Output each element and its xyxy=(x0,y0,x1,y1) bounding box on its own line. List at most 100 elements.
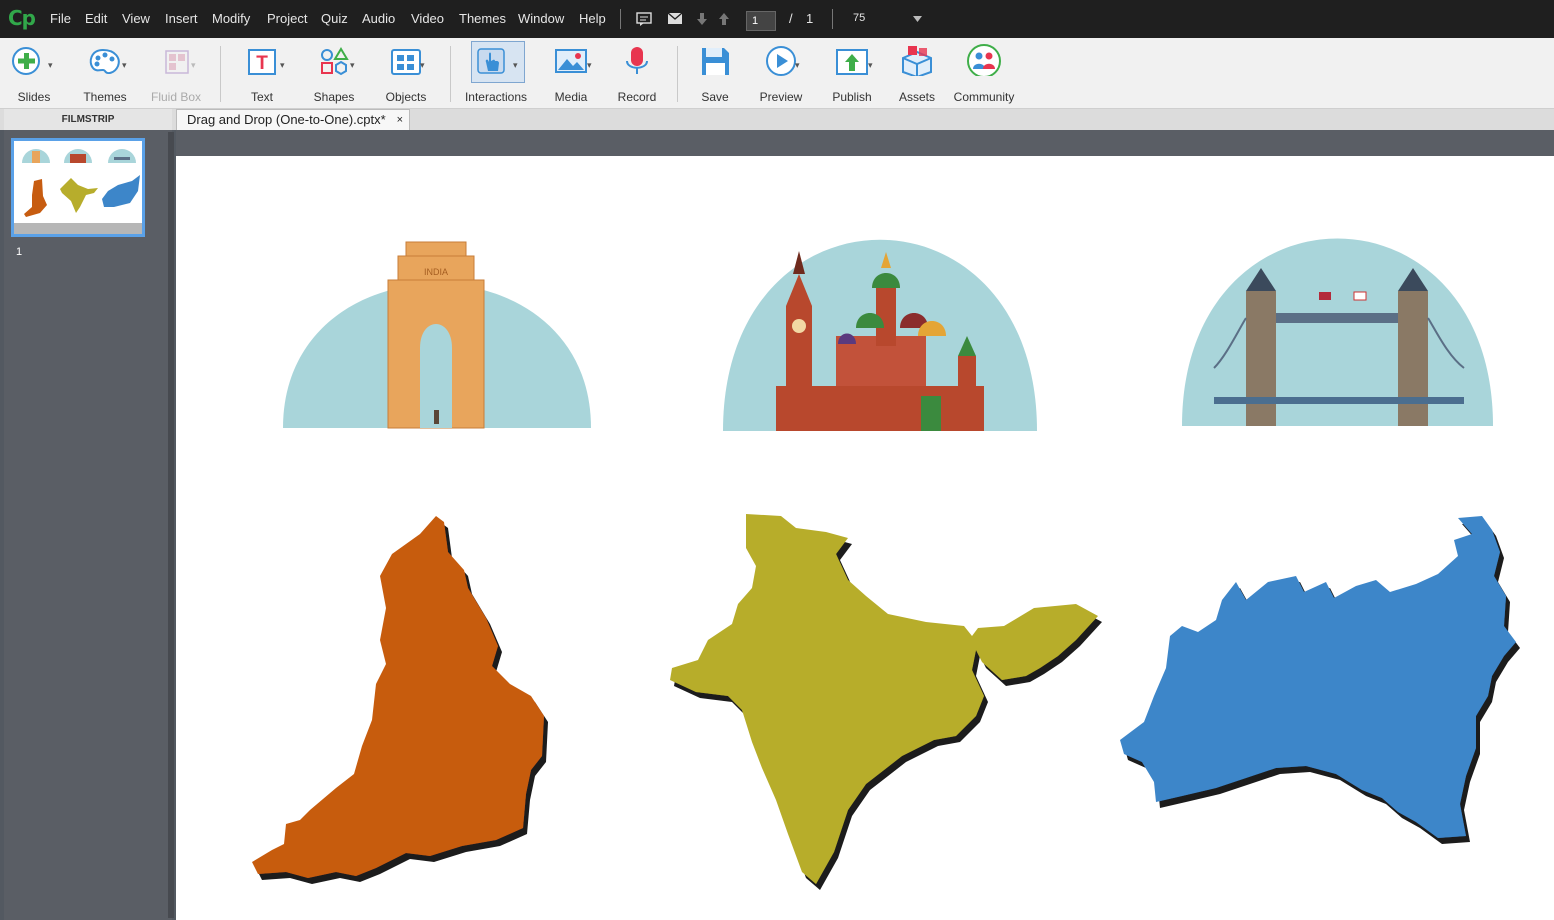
svg-text:INDIA: INDIA xyxy=(424,267,448,277)
slide-thumbnail-preview xyxy=(22,149,140,217)
slides-label: Slides xyxy=(17,90,51,104)
text-label: Text xyxy=(250,90,273,104)
menu-separator xyxy=(832,9,833,29)
community-label: Community xyxy=(953,90,1015,104)
media-label: Media xyxy=(554,90,588,104)
thumbnail-footer xyxy=(14,223,142,234)
save-button[interactable]: Save xyxy=(690,42,740,104)
slide-count-separator: / xyxy=(789,11,793,26)
menu-edit[interactable]: Edit xyxy=(85,11,107,26)
russia-map-drop-target[interactable] xyxy=(1120,516,1516,838)
text-button[interactable]: T ▾ Text xyxy=(234,42,290,104)
palette-icon xyxy=(89,48,120,75)
slide-artwork: INDIA xyxy=(252,238,1516,884)
slide-canvas: INDIA xyxy=(176,156,1554,920)
tower-bridge-draggable[interactable] xyxy=(1182,238,1493,427)
menu-insert[interactable]: Insert xyxy=(165,11,198,26)
chevron-down-icon: ▾ xyxy=(191,60,196,70)
chevron-down-icon: ▾ xyxy=(868,60,873,70)
fluid-box-button[interactable]: ▾ Fluid Box xyxy=(145,42,207,104)
floppy-disk-icon xyxy=(702,48,729,75)
menu-video[interactable]: Video xyxy=(411,11,444,26)
assets-label: Assets xyxy=(898,90,935,104)
menu-modify[interactable]: Modify xyxy=(212,11,250,26)
kremlin-draggable[interactable] xyxy=(723,239,1037,431)
preview-label: Preview xyxy=(759,90,803,104)
publish-upload-icon xyxy=(836,49,868,75)
mail-icon[interactable] xyxy=(667,12,683,25)
chevron-down-icon: ▾ xyxy=(350,60,355,70)
shapes-label: Shapes xyxy=(313,90,355,104)
menu-themes[interactable]: Themes xyxy=(459,11,506,26)
close-tab-icon[interactable]: × xyxy=(387,110,403,130)
main-toolbar: ▾ Slides ▾ Themes ▾ Fluid Box T ▾ Text ▾… xyxy=(0,38,1554,109)
filmstrip-scrollbar[interactable] xyxy=(168,132,174,918)
themes-label: Themes xyxy=(83,90,127,104)
arrow-up-icon[interactable] xyxy=(718,12,730,26)
menu-file[interactable]: File xyxy=(50,11,71,26)
svg-text:T: T xyxy=(256,53,268,74)
fluid-box-icon xyxy=(165,50,189,74)
add-slide-icon xyxy=(12,47,40,75)
media-button[interactable]: ▾ Media xyxy=(542,42,600,104)
comment-icon[interactable] xyxy=(636,12,652,26)
slides-button[interactable]: ▾ Slides xyxy=(6,42,62,104)
chevron-down-icon: ▾ xyxy=(795,60,800,70)
zoom-value[interactable]: 75 xyxy=(853,12,865,24)
save-label: Save xyxy=(701,90,729,104)
chevron-down-icon: ▾ xyxy=(420,60,425,70)
india-gate-draggable[interactable]: INDIA xyxy=(283,241,591,429)
menu-quiz[interactable]: Quiz xyxy=(321,11,348,26)
menu-view[interactable]: View xyxy=(122,11,150,26)
fluid-box-label: Fluid Box xyxy=(150,90,202,104)
chevron-down-icon: ▾ xyxy=(587,60,592,70)
publish-label: Publish xyxy=(832,90,872,104)
touch-pointer-icon xyxy=(477,48,505,74)
interactions-label: Interactions xyxy=(464,90,528,104)
themes-button[interactable]: ▾ Themes xyxy=(74,42,136,104)
zoom-dropdown-icon[interactable] xyxy=(913,16,922,22)
chevron-down-icon: ▾ xyxy=(280,60,285,70)
publish-button[interactable]: ▾ Publish xyxy=(822,42,882,104)
england-map-drop-target[interactable] xyxy=(252,516,544,878)
india-map-drop-target[interactable] xyxy=(670,514,1098,884)
objects-button[interactable]: ▾ Objects xyxy=(376,42,436,104)
interactions-button[interactable]: ▾ Interactions xyxy=(462,41,530,104)
toolbar-separator xyxy=(677,46,678,102)
menu-help[interactable]: Help xyxy=(579,11,606,26)
menu-audio[interactable]: Audio xyxy=(362,11,395,26)
chevron-down-icon: ▾ xyxy=(48,60,53,70)
assets-box-icon xyxy=(902,46,932,76)
panel-header-bar: FILMSTRIP Drag and Drop (One-to-One).cpt… xyxy=(0,109,1554,130)
slide-count: 1 xyxy=(806,11,814,26)
slide-thumbnail-1[interactable] xyxy=(11,138,145,237)
captivate-logo: Cp xyxy=(8,6,36,30)
community-button[interactable]: Community xyxy=(952,42,1016,104)
media-image-icon xyxy=(555,49,587,73)
objects-label: Objects xyxy=(385,90,427,104)
shapes-button[interactable]: ▾ Shapes xyxy=(304,42,364,104)
shapes-icon xyxy=(321,47,349,76)
record-label: Record xyxy=(617,90,657,104)
menu-project[interactable]: Project xyxy=(267,11,307,26)
filmstrip-panel-label: FILMSTRIP xyxy=(4,109,172,130)
filmstrip-panel: 1 xyxy=(4,130,174,920)
toolbar-separator xyxy=(220,46,221,102)
document-tab-title: Drag and Drop (One-to-One).cptx* xyxy=(187,112,386,127)
menu-separator xyxy=(620,9,621,29)
assets-button[interactable]: Assets xyxy=(892,42,942,104)
slide-thumbnail-number: 1 xyxy=(16,246,23,258)
community-people-icon xyxy=(967,44,1001,76)
toolbar-separator xyxy=(450,46,451,102)
text-icon: T xyxy=(248,49,276,75)
chevron-down-icon: ▾ xyxy=(513,60,518,70)
preview-button[interactable]: ▾ Preview xyxy=(752,42,810,104)
menu-window[interactable]: Window xyxy=(518,11,564,26)
slide-number-input[interactable]: 1 xyxy=(746,11,776,31)
record-button[interactable]: Record xyxy=(612,42,662,104)
arrow-down-icon[interactable] xyxy=(696,12,708,26)
menu-bar: Cp File Edit View Insert Modify Project … xyxy=(0,0,1554,38)
chevron-down-icon: ▾ xyxy=(122,60,127,70)
microphone-icon xyxy=(626,47,648,74)
document-tab[interactable]: Drag and Drop (One-to-One).cptx* × xyxy=(176,109,410,130)
